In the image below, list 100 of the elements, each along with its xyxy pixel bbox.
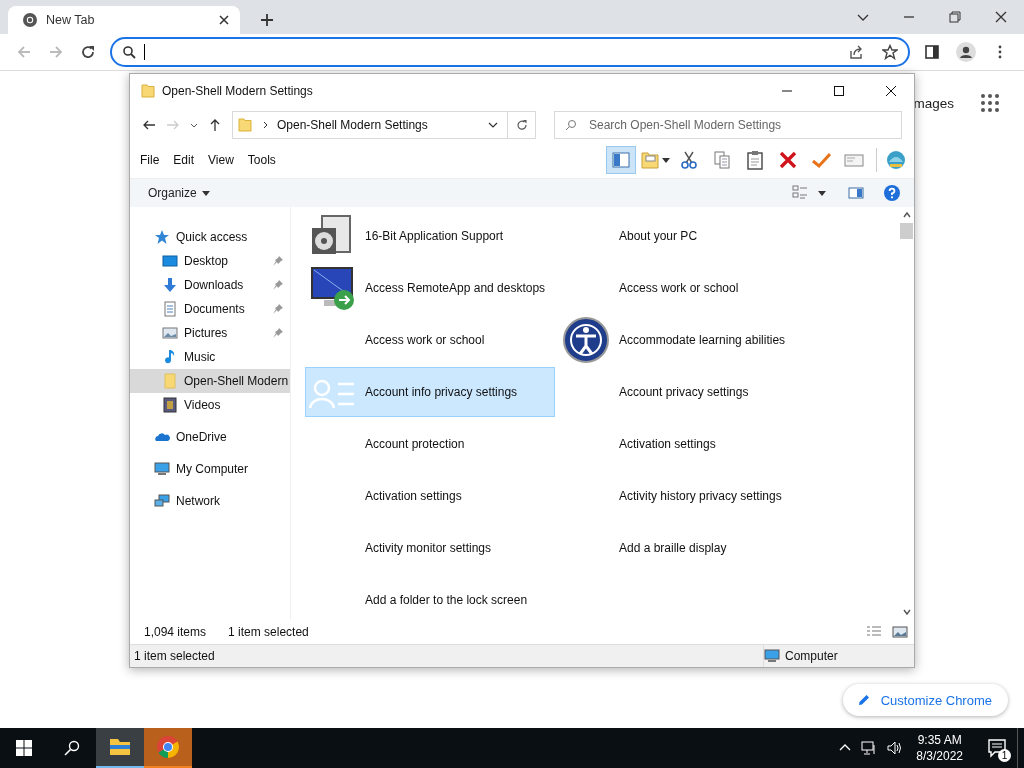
side-panel-icon[interactable]	[924, 44, 940, 60]
scroll-up-icon[interactable]	[902, 211, 911, 219]
item-label: Access work or school	[365, 333, 485, 347]
menu-item[interactable]: Tools	[247, 153, 276, 167]
picture-icon	[162, 325, 178, 341]
taskbar-app[interactable]	[96, 728, 144, 768]
settings-item[interactable]: 16-Bit Application Support	[305, 211, 555, 261]
nav-label: Quick access	[176, 230, 249, 244]
menu-item[interactable]: Edit	[173, 153, 195, 167]
caret-icon[interactable]	[190, 121, 198, 129]
item-label: Access RemoteApp and desktops	[365, 281, 546, 295]
share-icon[interactable]	[848, 44, 864, 60]
close-icon[interactable]	[995, 11, 1007, 23]
item-label: Add a folder to the lock screen	[365, 593, 528, 607]
nav-label: Desktop	[184, 254, 230, 268]
address-bar[interactable]	[110, 37, 910, 67]
address-field[interactable]: Open-Shell Modern Settings	[232, 111, 508, 139]
nav-item[interactable]: Downloads	[130, 273, 290, 297]
network-icon	[154, 493, 170, 509]
nav-item[interactable]: Documents	[130, 297, 290, 321]
network-icon[interactable]	[861, 740, 878, 756]
search-icon	[122, 45, 136, 59]
search-icon	[64, 740, 80, 756]
menu-item[interactable]: View	[208, 153, 234, 167]
nav-label: Videos	[184, 398, 222, 412]
nav-item[interactable]: Open-Shell Modern	[130, 369, 290, 393]
settings-item[interactable]: About your PC	[559, 211, 809, 261]
monitor-icon	[308, 264, 356, 312]
nav-item[interactable]: Videos	[130, 393, 290, 417]
view-options-icon[interactable]	[792, 185, 808, 201]
settings-item[interactable]: Account protection	[305, 419, 555, 469]
settings-item[interactable]: Activation settings	[559, 419, 809, 469]
maximize-icon[interactable]	[833, 85, 845, 97]
nav-item[interactable]: My Computer	[130, 457, 290, 481]
item-label: Activation settings	[619, 437, 716, 451]
reload-icon[interactable]	[80, 44, 96, 60]
pane-tool-button[interactable]	[606, 146, 636, 174]
scroll-down-icon[interactable]	[902, 608, 911, 616]
nav-label: Documents	[184, 302, 246, 316]
item-label: Activity history privacy settings	[619, 489, 782, 503]
nav-item[interactable]: Pictures	[130, 321, 290, 345]
settings-item[interactable]: Activity monitor settings	[305, 523, 555, 573]
close-icon[interactable]	[218, 14, 230, 26]
shell-icon	[886, 150, 906, 170]
nav-label: Music	[184, 350, 217, 364]
nav-item[interactable]: Desktop	[130, 249, 290, 273]
document-icon	[162, 301, 178, 317]
browser-tab[interactable]: New Tab	[8, 6, 240, 34]
customize-chrome-button[interactable]: Customize Chrome	[842, 684, 1008, 716]
up-icon[interactable]	[208, 118, 222, 132]
nav-item[interactable]: OneDrive	[130, 425, 290, 449]
menu-item[interactable]: File	[140, 153, 160, 167]
settings-item[interactable]: Access work or school	[559, 263, 809, 313]
apps-grid-icon[interactable]	[980, 93, 1000, 113]
nav-label: Downloads	[184, 278, 245, 292]
caret-icon[interactable]	[818, 189, 826, 197]
restore-icon[interactable]	[949, 11, 961, 23]
clipboard-icon	[745, 150, 765, 170]
folder-icon	[140, 83, 156, 99]
new-tab-icon[interactable]	[260, 13, 274, 27]
profile-icon[interactable]	[956, 42, 976, 62]
settings-item[interactable]: Access RemoteApp and desktops	[305, 263, 555, 313]
speaker-icon[interactable]	[887, 740, 904, 756]
video-icon	[162, 397, 178, 413]
accessibility-icon	[562, 316, 610, 364]
back-icon[interactable]	[142, 118, 156, 132]
nav-item[interactable]: Network	[130, 489, 290, 513]
preview-pane-icon[interactable]	[848, 185, 864, 201]
close-icon[interactable]	[885, 85, 897, 97]
star-icon[interactable]	[882, 44, 898, 60]
chevron-icon	[261, 121, 269, 129]
window-title: Open-Shell Modern Settings	[162, 84, 313, 98]
folder-icon	[162, 373, 178, 389]
search-field[interactable]: Search Open-Shell Modern Settings	[554, 111, 902, 139]
settings-item[interactable]: Activity history privacy settings	[559, 471, 809, 521]
thumbnail-view-icon[interactable]	[892, 624, 908, 640]
settings-item[interactable]: Account privacy settings	[559, 367, 809, 417]
refresh-button[interactable]	[508, 111, 536, 139]
item-label: Account privacy settings	[619, 385, 749, 399]
settings-item[interactable]: Add a braille display	[559, 523, 809, 573]
nav-item[interactable]: Music	[130, 345, 290, 369]
settings-item[interactable]: Add a folder to the lock screen	[305, 575, 555, 620]
tab-title: New Tab	[46, 13, 96, 27]
scroll-thumb[interactable]	[900, 223, 913, 239]
nav-label: Pictures	[184, 326, 229, 340]
help-icon[interactable]	[884, 185, 900, 201]
date-text: 8/3/2022	[916, 748, 963, 764]
settings-item[interactable]: Accommodate learning abilities	[559, 315, 809, 365]
clock[interactable]: 9:35 AM 8/3/2022	[916, 732, 963, 764]
organize-menu[interactable]: Organize	[148, 186, 210, 200]
settings-item[interactable]: Activation settings	[305, 471, 555, 521]
nav-item[interactable]: Quick access	[130, 225, 290, 249]
notifications-button[interactable]: 1	[977, 728, 1017, 768]
copy-icon	[712, 150, 732, 170]
settings-item[interactable]: Account info privacy settings	[305, 367, 555, 417]
item-label: Accommodate learning abilities	[619, 333, 786, 347]
text-cursor	[144, 44, 145, 60]
item-label: Account info privacy settings	[365, 385, 518, 399]
settings-item[interactable]: Access work or school	[305, 315, 555, 365]
nav-label: My Computer	[176, 462, 250, 476]
